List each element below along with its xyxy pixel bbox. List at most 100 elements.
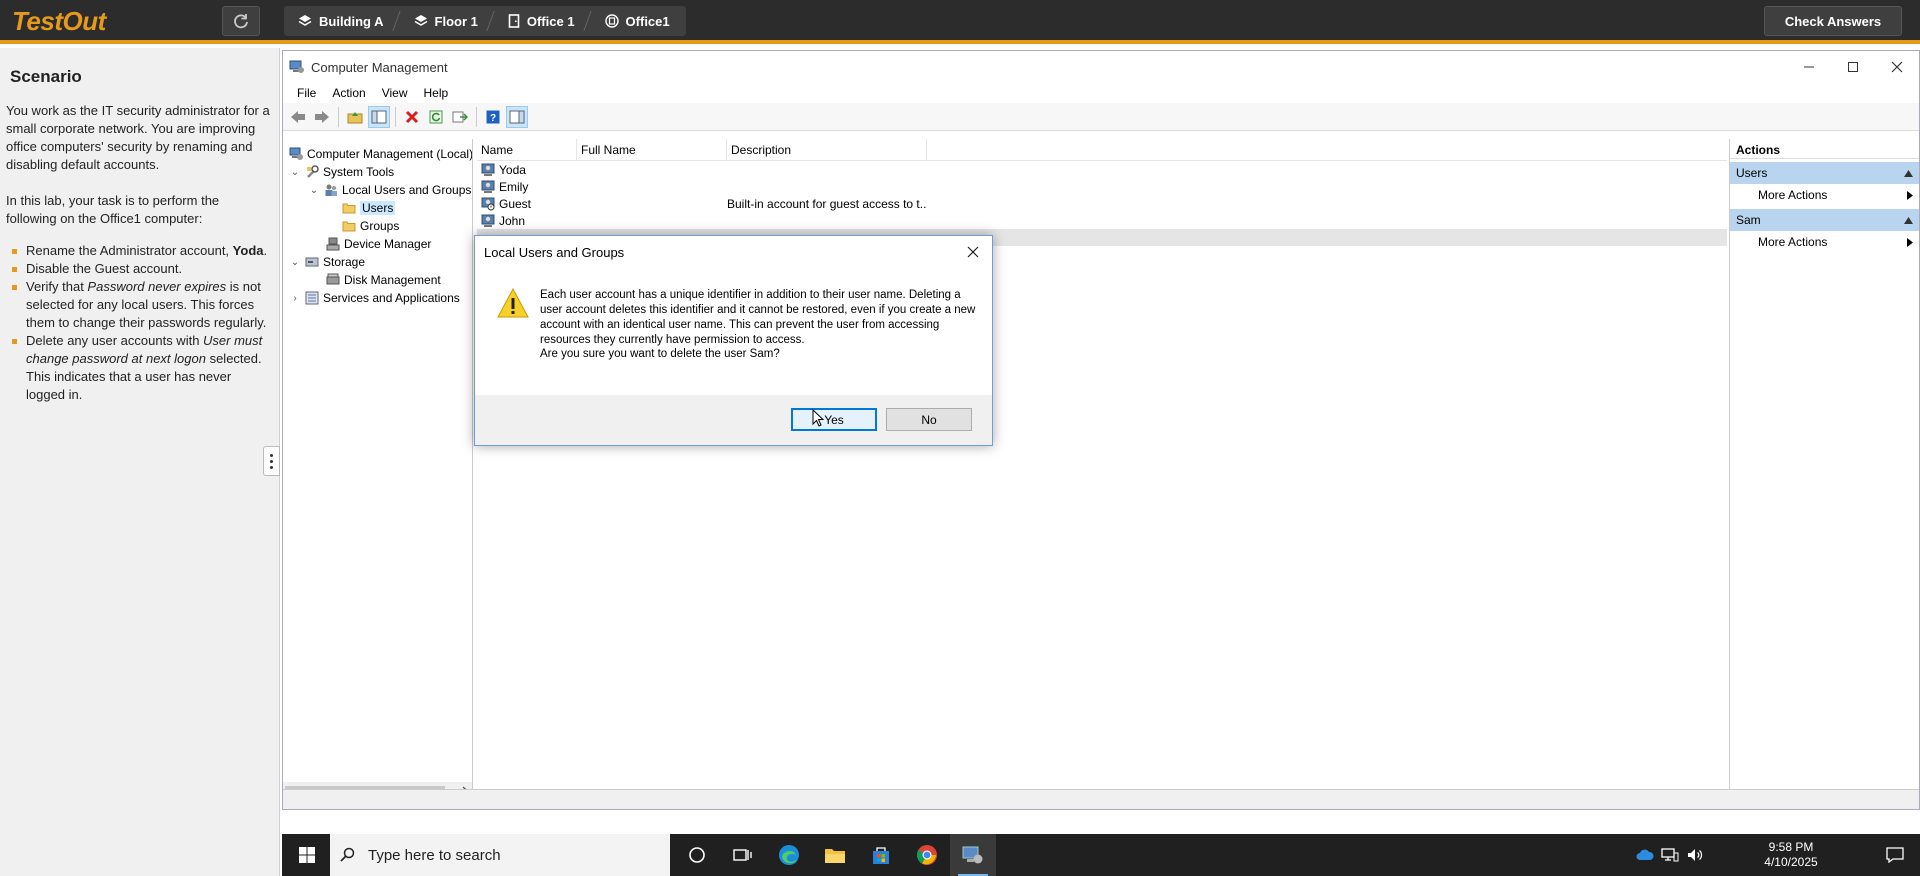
yes-button[interactable]: Yes [791, 408, 877, 431]
menu-action[interactable]: Action [324, 86, 373, 100]
tree-node-local-users-and-groups[interactable]: ⌄ Local Users and Groups [308, 181, 472, 199]
expand-chevron-icon[interactable]: › [289, 293, 301, 304]
more-actions-sam[interactable]: More Actions [1730, 231, 1919, 253]
tree-node-computer-management[interactable]: Computer Management (Local) [289, 145, 472, 163]
file-explorer-button[interactable] [812, 834, 858, 876]
windows-logo-icon [299, 847, 315, 863]
minimize-icon [1804, 66, 1814, 68]
tree-node-storage[interactable]: ⌄ Storage [289, 253, 365, 271]
column-header-name[interactable]: Name [477, 139, 577, 161]
dialog-footer: Yes No [475, 395, 992, 445]
refresh-button[interactable] [222, 6, 260, 36]
svg-text:?: ? [490, 113, 496, 124]
tools-icon [307, 165, 319, 178]
minimize-button[interactable] [1787, 51, 1831, 83]
breadcrumb-floor[interactable]: Floor 1 [400, 6, 494, 36]
layers-icon [414, 15, 427, 26]
tree-node-system-tools[interactable]: ⌄ System Tools [289, 163, 394, 181]
taskbar-search-box[interactable]: Type here to search [330, 834, 670, 876]
list-item[interactable]: John [477, 212, 1727, 229]
help-icon: ? [486, 110, 500, 124]
breadcrumb-label: Floor 1 [434, 13, 478, 29]
task-list: Rename the Administrator account, Yoda. … [6, 242, 271, 404]
scenario-task: In this lab, your task is to perform the… [6, 193, 220, 226]
delete-button[interactable] [401, 106, 423, 128]
forward-button[interactable] [311, 106, 333, 128]
network-tray-icon[interactable] [1656, 834, 1684, 876]
show-hide-tree-button[interactable] [368, 105, 390, 128]
tree-node-users[interactable]: Users [342, 199, 396, 217]
close-icon [967, 246, 979, 258]
taskbar-clock[interactable]: 9:58 PM 4/10/2025 [1751, 840, 1831, 870]
up-folder-button[interactable] [344, 106, 366, 128]
cloud-icon [1636, 849, 1654, 860]
maximize-button[interactable] [1831, 51, 1875, 83]
column-header-full-name[interactable]: Full Name [577, 139, 727, 161]
submenu-arrow-icon [1907, 190, 1913, 200]
window-title: Computer Management [311, 59, 448, 75]
show-hide-action-pane-button[interactable] [506, 105, 528, 128]
menu-view[interactable]: View [374, 86, 416, 100]
tree-node-device-manager[interactable]: Device Manager [326, 235, 431, 253]
maximize-icon [1848, 62, 1858, 72]
breadcrumb-computer[interactable]: Office1 [591, 6, 686, 36]
top-bar: TestOut Building A Floor 1 Office 1 Offi… [0, 0, 1920, 44]
volume-tray-icon[interactable] [1682, 834, 1710, 876]
actions-section-users[interactable]: Users [1730, 162, 1919, 184]
cortana-button[interactable] [674, 834, 720, 876]
task-view-button[interactable] [720, 834, 766, 876]
storage-icon [305, 257, 319, 267]
start-button[interactable] [284, 834, 330, 876]
action-pane-icon [509, 110, 525, 123]
tree-node-groups[interactable]: Groups [342, 217, 399, 235]
collapse-chevron-icon[interactable]: ⌄ [308, 185, 320, 196]
list-item[interactable]: Guest Built-in account for guest access … [477, 195, 1727, 212]
collapse-chevron-icon[interactable]: ⌄ [289, 167, 301, 178]
layers-icon [298, 15, 312, 26]
notification-icon [1886, 847, 1904, 863]
help-button[interactable]: ? [482, 106, 504, 128]
chrome-button[interactable] [904, 834, 950, 876]
collapse-chevron-icon[interactable]: ⌄ [289, 257, 301, 268]
actions-section-sam[interactable]: Sam [1730, 209, 1919, 231]
close-button[interactable] [1875, 51, 1919, 83]
task-view-icon [733, 849, 752, 861]
menu-help[interactable]: Help [416, 86, 457, 100]
refresh-list-button[interactable] [425, 106, 447, 128]
location-breadcrumb: Building A Floor 1 Office 1 Office1 [284, 6, 686, 36]
breadcrumb-office[interactable]: Office 1 [494, 6, 591, 36]
notifications-button[interactable] [1872, 834, 1918, 876]
computer-management-icon [289, 60, 304, 73]
dialog-close-button[interactable] [958, 238, 988, 266]
tree-node-disk-management[interactable]: Disk Management [326, 271, 441, 289]
more-actions-users[interactable]: More Actions [1730, 184, 1919, 206]
panel-resize-handle[interactable] [263, 446, 280, 476]
export-list-button[interactable] [449, 106, 471, 128]
submenu-arrow-icon [1907, 237, 1913, 247]
tree-label: System Tools [323, 165, 395, 179]
check-answers-button[interactable]: Check Answers [1764, 6, 1902, 36]
folder-icon [342, 203, 356, 214]
dialog-message: Each user account has a unique identifie… [540, 289, 976, 346]
column-header-description[interactable]: Description [727, 139, 927, 161]
store-button[interactable] [858, 834, 904, 876]
breadcrumb-building[interactable]: Building A [284, 6, 400, 36]
dialog-body: Each user account has a unique identifie… [475, 268, 992, 397]
task-item: Rename the Administrator account, Yoda. [6, 242, 271, 260]
speaker-icon [1688, 849, 1703, 861]
edge-browser-icon [779, 845, 799, 865]
tree-label: Local Users and Groups [342, 183, 472, 197]
back-button[interactable] [287, 106, 309, 128]
list-item[interactable]: Emily [477, 178, 1727, 195]
computer-management-taskbar-button[interactable] [950, 834, 996, 876]
edge-taskbar-button[interactable] [766, 834, 812, 876]
menu-file[interactable]: File [289, 86, 324, 100]
export-icon [452, 111, 468, 122]
tree-node-services-and-applications[interactable]: › Services and Applications [289, 289, 459, 307]
no-button[interactable]: No [886, 408, 972, 431]
up-folder-icon [347, 111, 363, 123]
tree-label: Device Manager [344, 237, 432, 251]
door-icon [508, 14, 520, 28]
list-item[interactable]: Yoda [477, 161, 1727, 178]
scenario-panel: Scenario You work as the IT security adm… [0, 48, 280, 876]
